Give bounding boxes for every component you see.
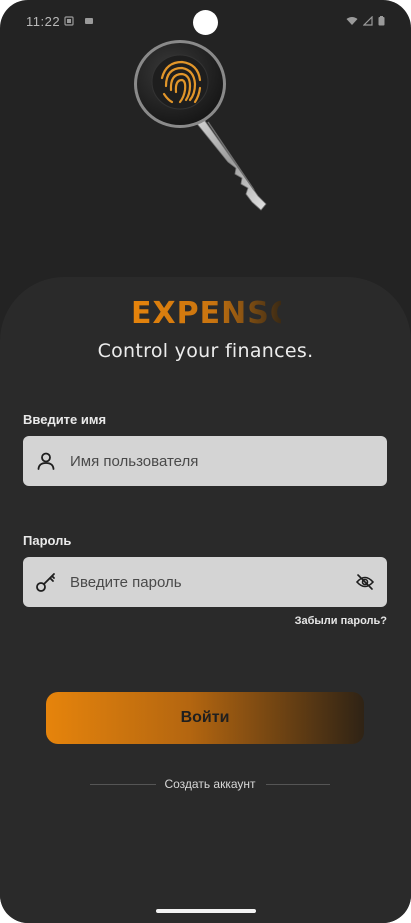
signal-icon [363,16,373,26]
home-indicator[interactable] [156,909,256,913]
status-time: 11:22 [26,14,61,29]
username-label: Введите имя [23,412,107,427]
eye-off-icon[interactable] [355,573,375,591]
user-icon [37,452,55,470]
fingerprint-key-illustration [134,40,267,211]
divider-right [266,784,330,785]
camera-cutout [193,10,218,35]
username-input[interactable] [70,436,350,486]
battery-icon [378,16,385,26]
create-account-row: Создать аккаунт [90,776,330,792]
wifi-icon [346,17,358,25]
app-screen: 11:22 EXPENSO Control your finances. Вве… [0,0,411,923]
username-field[interactable] [23,436,387,486]
brand-logo: EXPENSO [131,296,297,331]
login-button[interactable]: Войти [46,692,364,744]
password-field[interactable] [23,557,387,607]
notification-icon [64,16,74,26]
password-input[interactable] [70,557,350,607]
tagline: Control your finances. [97,340,314,362]
forgot-password-link[interactable]: Забыли пароль? [295,615,387,627]
message-icon [85,18,93,24]
key-icon [36,573,55,592]
password-label: Пароль [23,533,72,548]
